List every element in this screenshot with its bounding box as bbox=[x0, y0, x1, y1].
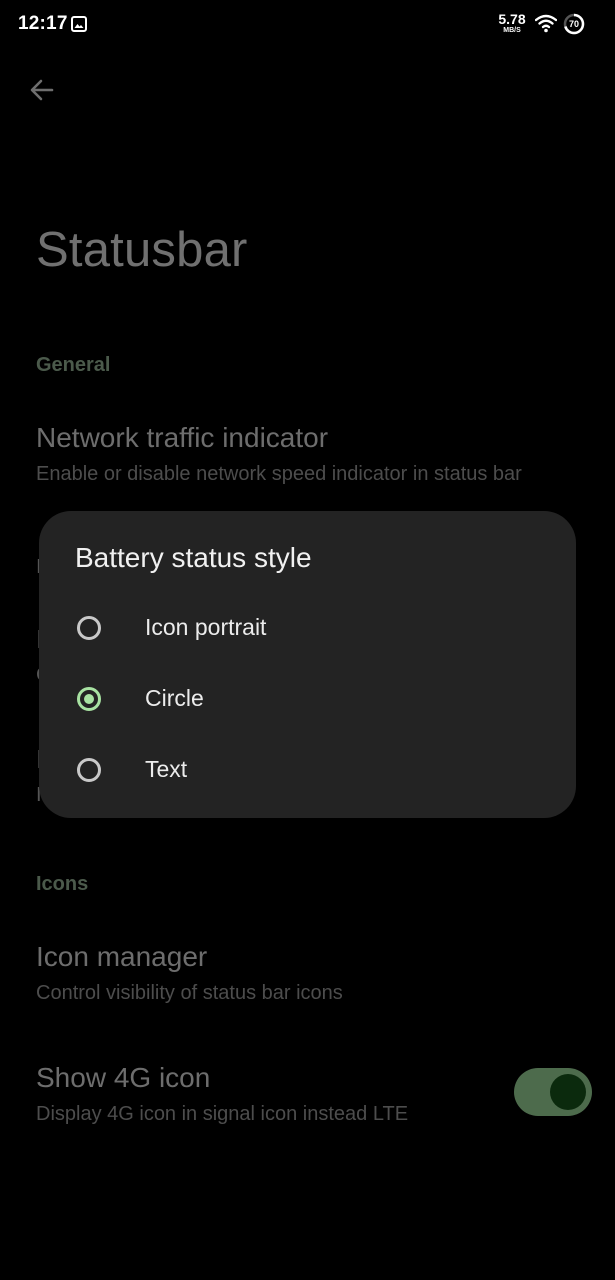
page-title: Statusbar bbox=[36, 223, 248, 277]
option-label: Icon portrait bbox=[145, 614, 267, 640]
network-speed-unit: MB/S bbox=[503, 27, 521, 34]
option-text[interactable]: Text bbox=[39, 740, 576, 806]
dialog-title: Battery status style bbox=[75, 542, 312, 573]
network-speed-value: 5.78 bbox=[498, 11, 526, 27]
status-bar: 12:17 5.78 MB/S 70 bbox=[0, 0, 615, 50]
battery-style-dialog: Battery status style Icon portrait Circl… bbox=[39, 511, 576, 818]
radio-button[interactable] bbox=[77, 758, 101, 782]
back-button[interactable] bbox=[22, 72, 62, 112]
radio-button-checked[interactable] bbox=[77, 687, 101, 711]
pref-show-4g-summary: Display 4G icon in signal icon instead L… bbox=[36, 1103, 409, 1125]
status-time: 12:17 bbox=[18, 13, 68, 34]
section-header-icons: Icons bbox=[36, 873, 89, 895]
radio-button[interactable] bbox=[77, 616, 101, 640]
pref-network-traffic-summary: Enable or disable network speed indicato… bbox=[36, 463, 522, 485]
pref-show-4g-title: Show 4G icon bbox=[36, 1062, 211, 1093]
option-label: Text bbox=[145, 756, 188, 782]
pref-icon-manager-summary: Control visibility of status bar icons bbox=[36, 982, 343, 1004]
image-icon bbox=[71, 16, 87, 37]
network-speed: 5.78 MB/S bbox=[494, 12, 530, 34]
screen: 12:17 5.78 MB/S 70 Statusbar General Net… bbox=[0, 0, 615, 1280]
battery-level: 70 bbox=[568, 19, 579, 29]
show-4g-toggle[interactable] bbox=[514, 1068, 592, 1116]
option-label: Circle bbox=[145, 685, 204, 711]
pref-network-traffic-title: Network traffic indicator bbox=[36, 422, 329, 453]
wifi-icon bbox=[534, 13, 558, 38]
battery-circle-icon: 70 bbox=[563, 13, 585, 35]
option-icon-portrait[interactable]: Icon portrait bbox=[39, 598, 576, 664]
pref-icon-manager-title: Icon manager bbox=[36, 941, 208, 972]
option-circle[interactable]: Circle bbox=[39, 669, 576, 735]
section-header-general: General bbox=[36, 354, 111, 376]
toggle-thumb bbox=[550, 1074, 586, 1110]
radio-dot bbox=[84, 694, 94, 704]
arrow-left-icon bbox=[28, 76, 56, 109]
